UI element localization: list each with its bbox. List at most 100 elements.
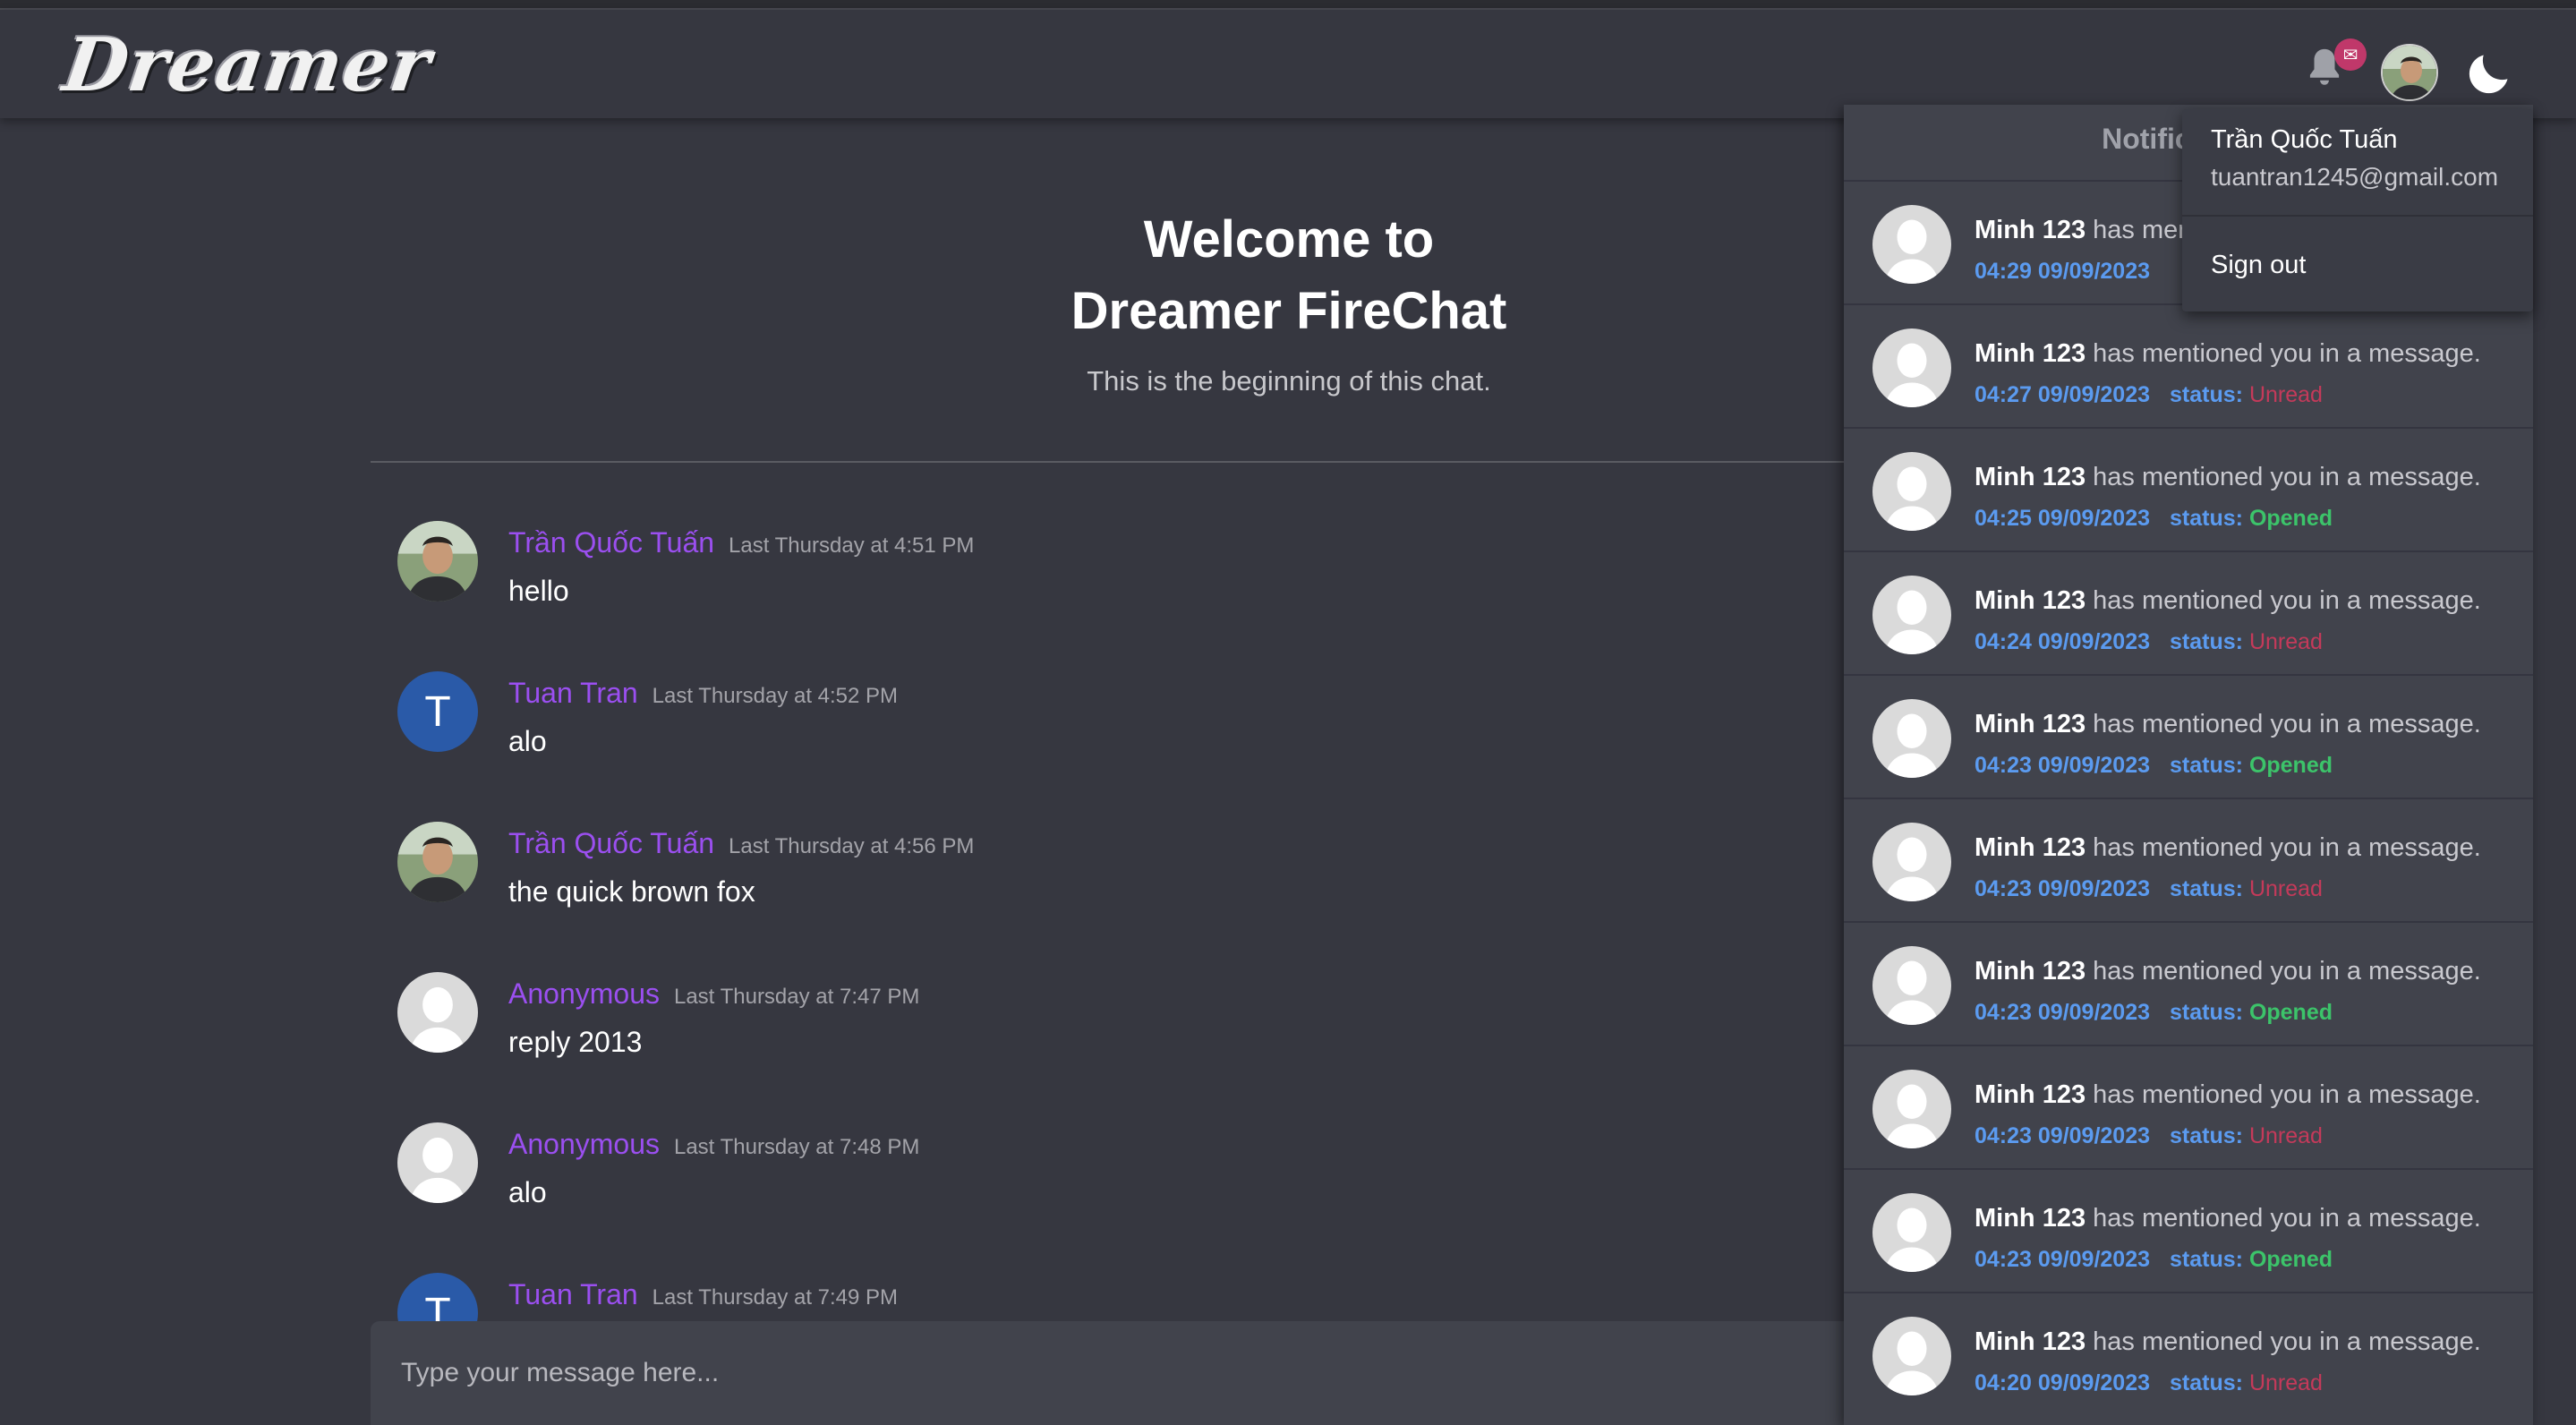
notification-meta: 04:24 09/09/2023 status: Unread	[1975, 629, 2323, 654]
moon-icon[interactable]	[2463, 47, 2515, 99]
user-menu-divider	[2182, 215, 2533, 217]
notification-item[interactable]: Minh 123 has mentioned you in a message.…	[1844, 1292, 2533, 1415]
message-author[interactable]: Anonymous Last Thursday at 7:48 PM	[508, 1128, 919, 1161]
welcome-line-1: Welcome to	[1143, 210, 1435, 269]
status-badge: Opened	[2248, 753, 2333, 778]
message-time: Last Thursday at 4:56 PM	[729, 834, 975, 858]
browser-top-strip	[0, 0, 2576, 10]
notification-avatar	[1872, 205, 1951, 284]
message-avatar[interactable]: T	[397, 671, 478, 752]
notification-text: Minh 123 has mentioned you in a message.	[1975, 1327, 2481, 1356]
message-time: Last Thursday at 4:51 PM	[729, 533, 975, 558]
notification-meta: 04:23 09/09/2023 status: Opened	[1975, 753, 2333, 778]
notification-text: Minh 123 has mentioned you in a message.	[1975, 586, 2481, 615]
chat-divider	[371, 461, 1847, 463]
welcome-line-2: Dreamer FireChat	[1070, 282, 1507, 340]
notification-item[interactable]: Minh 123 has mentioned you in a message.…	[1844, 921, 2533, 1045]
notification-avatar	[1872, 1070, 1951, 1148]
notification-badge[interactable]: ✉	[2334, 38, 2367, 71]
user-menu-dropdown: Trần Quốc Tuấn tuantran1245@gmail.com Si…	[2182, 109, 2533, 311]
notification-item[interactable]: Minh 123 has mentioned you in a message.…	[1844, 303, 2533, 427]
message-text: alo	[508, 1176, 547, 1208]
default-avatar-icon	[1872, 576, 1951, 654]
notification-avatar	[1872, 1193, 1951, 1272]
default-avatar-icon	[1872, 1317, 1951, 1395]
message-avatar[interactable]	[397, 521, 478, 602]
message-item: Trần Quốc Tuấn Last Thursday at 4:56 PM t…	[397, 822, 1830, 929]
message-text: alo	[508, 725, 547, 757]
app-logo[interactable]: Dreamer	[58, 22, 436, 108]
user-photo-icon	[2383, 46, 2436, 99]
notification-item[interactable]: Minh 123 has mentioned you in a message.…	[1844, 798, 2533, 921]
notification-avatar	[1872, 576, 1951, 654]
notification-meta: 04:27 09/09/2023 status: Unread	[1975, 382, 2323, 407]
notification-meta: 04:23 09/09/2023 status: Opened	[1975, 1000, 2333, 1025]
status-badge: Unread	[2248, 1123, 2323, 1148]
message-author[interactable]: Tuan Tran Last Thursday at 7:49 PM	[508, 1278, 898, 1311]
status-badge: Opened	[2248, 506, 2333, 531]
message-composer	[371, 1321, 1856, 1425]
default-avatar-icon	[397, 972, 478, 1053]
notification-item[interactable]: Minh 123 has mentioned you in a message.…	[1844, 550, 2533, 674]
notification-item[interactable]: Minh 123 has mentioned you in a message.…	[1844, 1045, 2533, 1168]
status-badge: Unread	[2248, 629, 2323, 654]
default-avatar-icon	[1872, 452, 1951, 531]
message-author[interactable]: Trần Quốc Tuấn Last Thursday at 4:51 PM	[508, 526, 974, 559]
notification-text: Minh 123 has mentioned you in a message.	[1975, 339, 2481, 368]
status-badge: Opened	[2248, 1247, 2333, 1272]
message-time: Last Thursday at 7:47 PM	[673, 985, 920, 1009]
message-item: Anonymous Last Thursday at 7:47 PM reply …	[397, 972, 1830, 1079]
notification-meta: 04:23 09/09/2023 status: Unread	[1975, 1123, 2323, 1148]
message-item: Trần Quốc Tuấn Last Thursday at 4:51 PM h…	[397, 521, 1830, 628]
user-menu-email: tuantran1245@gmail.com	[2211, 163, 2499, 191]
header-avatar[interactable]	[2381, 44, 2438, 101]
message-avatar[interactable]	[397, 972, 478, 1053]
default-avatar-icon	[1872, 329, 1951, 407]
welcome-subtitle: This is the beginning of this chat.	[1087, 365, 1491, 397]
message-item: Anonymous Last Thursday at 7:48 PM alo	[397, 1122, 1830, 1230]
default-avatar-icon	[1872, 205, 1951, 284]
status-badge: Unread	[2248, 1370, 2323, 1395]
message-input[interactable]	[401, 1348, 1815, 1398]
default-avatar-icon	[1872, 1193, 1951, 1272]
message-avatar[interactable]	[397, 1122, 478, 1203]
notification-text: Minh 123 has mentioned you in a message.	[1975, 710, 2481, 738]
message-text: the quick brown fox	[508, 875, 755, 908]
notification-meta: 04:29 09/09/2023	[1975, 259, 2151, 284]
app-header: Dreamer ✉	[0, 10, 2576, 118]
notification-avatar	[1872, 823, 1951, 901]
notification-avatar	[1872, 946, 1951, 1025]
message-author[interactable]: Trần Quốc Tuấn Last Thursday at 4:56 PM	[508, 827, 974, 860]
notification-avatar	[1872, 699, 1951, 778]
sign-out-button[interactable]: Sign out	[2211, 251, 2306, 280]
user-photo-icon	[397, 822, 478, 902]
default-avatar-icon	[1872, 823, 1951, 901]
welcome-title: Welcome to Dreamer FireChat	[895, 204, 1683, 347]
default-avatar-icon	[1872, 946, 1951, 1025]
notification-text: Minh 123 has mentioned you in a message.	[1975, 1080, 2481, 1109]
message-author[interactable]: Tuan Tran Last Thursday at 4:52 PM	[508, 677, 898, 710]
message-time: Last Thursday at 7:49 PM	[652, 1285, 899, 1310]
notification-meta: 04:25 09/09/2023 status: Opened	[1975, 506, 2333, 531]
message-avatar[interactable]	[397, 822, 478, 902]
notification-avatar	[1872, 1317, 1951, 1395]
status-badge: Unread	[2248, 876, 2323, 901]
notification-meta: 04:23 09/09/2023 status: Unread	[1975, 876, 2323, 901]
notification-meta: 04:20 09/09/2023 status: Unread	[1975, 1370, 2323, 1395]
message-author[interactable]: Anonymous Last Thursday at 7:47 PM	[508, 977, 919, 1011]
message-text: hello	[508, 575, 569, 607]
user-photo-icon	[397, 521, 478, 602]
notification-item[interactable]: Minh 123 has mentioned you in a message.…	[1844, 674, 2533, 798]
notification-text: Minh 123 has mentioned you in a message.	[1975, 1204, 2481, 1233]
message-time: Last Thursday at 7:48 PM	[673, 1135, 920, 1159]
notification-avatar	[1872, 329, 1951, 407]
notification-text: Minh 123 has mentioned you in a message.	[1975, 463, 2481, 491]
notification-item[interactable]: Minh 123 has mentioned you in a message.…	[1844, 427, 2533, 550]
notification-item[interactable]: Minh 123 has mentioned you in a message.…	[1844, 1168, 2533, 1292]
notification-avatar	[1872, 452, 1951, 531]
user-menu-name: Trần Quốc Tuấn	[2211, 125, 2398, 154]
message-text: reply 2013	[508, 1026, 643, 1058]
status-badge: Opened	[2248, 1000, 2333, 1025]
default-avatar-icon	[1872, 1070, 1951, 1148]
message-item: T Tuan Tran Last Thursday at 4:52 PM alo	[397, 671, 1830, 779]
